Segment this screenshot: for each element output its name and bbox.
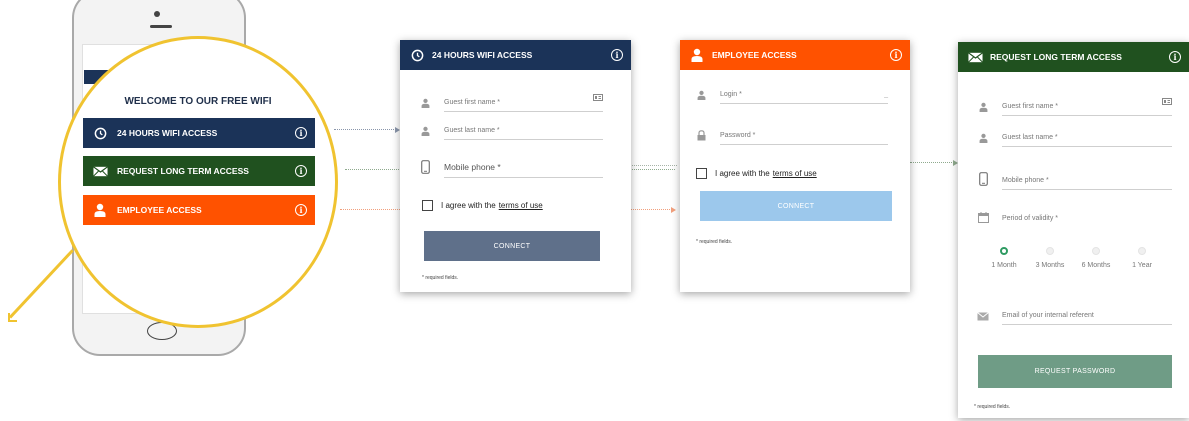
first-name-placeholder: Guest first name *	[1002, 103, 1059, 110]
connector-long-term-3	[910, 160, 958, 166]
info-icon[interactable]: i	[295, 127, 307, 139]
referent-email-placeholder: Email of your internal referent	[1002, 312, 1094, 319]
radio-icon[interactable]	[1046, 247, 1054, 255]
validity-options: 1 Month 3 Months 6 Months 1 Year	[981, 247, 1165, 269]
employee-access-card: EMPLOYEE ACCESS i Login * _ Password * I…	[680, 40, 910, 292]
phone-icon	[976, 172, 990, 190]
last-name-field[interactable]: Guest last name *	[976, 133, 1172, 147]
user-icon	[694, 90, 708, 104]
first-name-field[interactable]: Guest first name *	[976, 92, 1172, 116]
mobile-phone-placeholder: Mobile phone *	[1002, 177, 1049, 184]
option-label: 1 Month	[991, 262, 1017, 269]
long-term-card-title: REQUEST LONG TERM ACCESS	[990, 52, 1122, 62]
last-name-field[interactable]: Guest last name *	[418, 126, 603, 140]
welcome-title: WELCOME TO OUR FREE WIFI	[124, 96, 272, 107]
connect-button[interactable]: CONNECT	[700, 191, 892, 221]
employee-access-button[interactable]: EMPLOYEE ACCESS i	[83, 195, 315, 225]
lock-icon	[694, 130, 708, 145]
radio-icon[interactable]	[1092, 247, 1100, 255]
agree-checkbox[interactable]	[422, 200, 433, 211]
id-card-icon	[1162, 92, 1172, 110]
info-icon[interactable]: i	[890, 49, 902, 61]
password-field[interactable]: Password *	[694, 130, 888, 145]
clock-icon	[408, 49, 426, 62]
option-label: 6 Months	[1081, 262, 1111, 269]
first-name-field[interactable]: Guest first name *	[418, 88, 603, 112]
required-note: * required fields.	[422, 275, 459, 281]
user-icon	[418, 98, 432, 112]
agree-terms[interactable]: I agree with the terms of use	[696, 168, 817, 179]
option-1-month[interactable]: 1 Month	[981, 247, 1027, 269]
option-1-year[interactable]: 1 Year	[1119, 247, 1165, 269]
mini-bar	[79, 73, 91, 85]
envelope-icon	[966, 51, 984, 63]
referent-email-field[interactable]: Email of your internal referent	[976, 312, 1172, 325]
camera-icon	[154, 11, 160, 17]
arrow-tip-icon	[8, 313, 17, 322]
wifi-card-header: 24 HOURS WIFI ACCESS i	[400, 40, 631, 70]
login-field[interactable]: Login * _	[694, 90, 888, 104]
connector-wifi	[334, 127, 400, 133]
long-term-card-header: REQUEST LONG TERM ACCESS i	[958, 42, 1189, 72]
option-6-months[interactable]: 6 Months	[1073, 247, 1119, 269]
long-term-access-label: REQUEST LONG TERM ACCESS	[117, 166, 249, 176]
agree-text: I agree with the	[441, 201, 496, 210]
radio-icon[interactable]	[1138, 247, 1146, 255]
required-note: * required fields.	[696, 239, 733, 245]
connector-long-term-2	[632, 165, 677, 166]
required-note: * required fields.	[974, 404, 1011, 410]
info-icon[interactable]: i	[295, 204, 307, 216]
first-name-placeholder: Guest first name *	[444, 99, 501, 106]
employee-card-header: EMPLOYEE ACCESS i	[680, 40, 910, 70]
info-icon[interactable]: i	[1169, 51, 1181, 63]
clock-icon	[91, 127, 109, 140]
login-suffix: _	[884, 91, 888, 98]
mobile-phone-placeholder: Mobile phone *	[444, 162, 501, 172]
employee-access-label: EMPLOYEE ACCESS	[117, 205, 202, 215]
password-placeholder: Password *	[720, 132, 756, 139]
request-password-button[interactable]: REQUEST PASSWORD	[978, 355, 1172, 388]
magnifier-handle	[8, 249, 74, 319]
long-term-access-button[interactable]: REQUEST LONG TERM ACCESS i	[83, 156, 315, 186]
employee-card-title: EMPLOYEE ACCESS	[712, 50, 797, 60]
agree-terms[interactable]: I agree with the terms of use	[422, 200, 543, 211]
wifi-card-title: 24 HOURS WIFI ACCESS	[432, 50, 533, 60]
magnifier: WELCOME TO OUR FREE WIFI 24 HOURS WIFI A…	[58, 36, 338, 328]
mobile-phone-field[interactable]: Mobile phone *	[976, 172, 1172, 190]
envelope-icon	[91, 165, 109, 177]
period-of-validity-label: Period of validity *	[1002, 215, 1059, 222]
radio-selected-icon[interactable]	[1000, 247, 1008, 255]
info-icon[interactable]: i	[295, 165, 307, 177]
option-3-months[interactable]: 3 Months	[1027, 247, 1073, 269]
info-icon[interactable]: i	[611, 49, 623, 61]
option-label: 1 Year	[1132, 262, 1152, 269]
terms-link[interactable]: terms of use	[499, 201, 543, 210]
user-icon	[976, 102, 990, 116]
user-icon	[688, 48, 706, 62]
calendar-icon	[976, 212, 990, 227]
user-icon	[976, 133, 990, 147]
agree-text: I agree with the	[715, 169, 770, 178]
last-name-placeholder: Guest last name *	[1002, 134, 1058, 141]
phone-icon	[418, 160, 432, 178]
id-card-icon	[593, 88, 603, 106]
speaker-icon	[150, 25, 172, 28]
envelope-icon	[976, 312, 990, 325]
option-label: 3 Months	[1035, 262, 1065, 269]
wifi-access-card: 24 HOURS WIFI ACCESS i Guest first name …	[400, 40, 631, 292]
connect-button[interactable]: CONNECT	[424, 231, 600, 261]
user-icon	[91, 203, 109, 217]
mobile-phone-field[interactable]: Mobile phone *	[418, 160, 603, 178]
wifi-access-button[interactable]: 24 HOURS WIFI ACCESS i	[83, 118, 315, 148]
user-icon	[418, 126, 432, 140]
last-name-placeholder: Guest last name *	[444, 127, 500, 134]
terms-link[interactable]: terms of use	[773, 169, 817, 178]
long-term-access-card: REQUEST LONG TERM ACCESS i Guest first n…	[958, 42, 1189, 418]
login-placeholder: Login *	[720, 91, 742, 98]
agree-checkbox[interactable]	[696, 168, 707, 179]
period-of-validity-field: Period of validity *	[976, 212, 1172, 227]
wifi-access-label: 24 HOURS WIFI ACCESS	[117, 128, 218, 138]
